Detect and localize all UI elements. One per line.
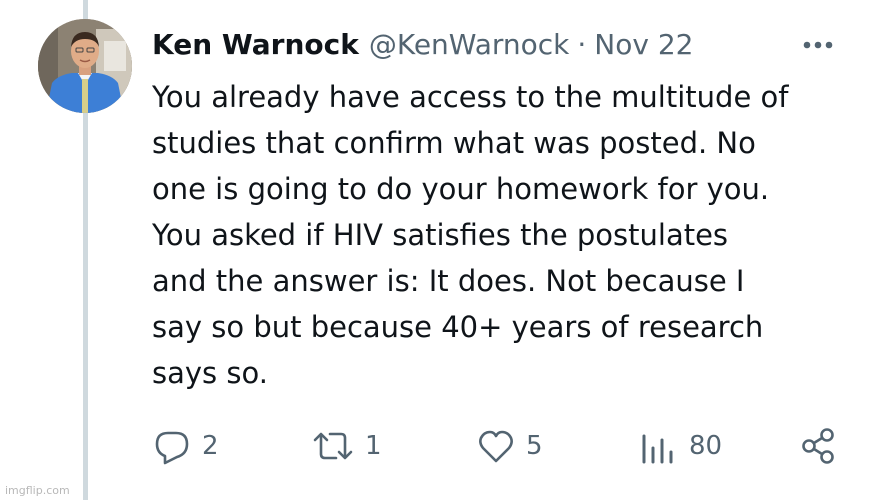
share-icon — [802, 428, 834, 464]
reply-button[interactable]: 2 — [152, 424, 219, 468]
action-bar: 2 1 5 80 — [0, 424, 879, 468]
tweet-header: Ken Warnock @KenWarnock · Nov 22 — [152, 24, 693, 64]
author-name[interactable]: Ken Warnock — [152, 28, 359, 61]
like-count: 5 — [526, 431, 543, 461]
avatar-photo — [38, 19, 132, 113]
heart-icon — [479, 430, 513, 463]
tweet-text: You already have access to the multitude… — [152, 74, 852, 396]
share-button[interactable] — [800, 424, 838, 468]
reply-icon — [155, 431, 189, 465]
tweet-text-line: say so but because 40+ years of research — [152, 310, 764, 344]
tweet-text-line: one is going to do your homework for you… — [152, 172, 770, 206]
reply-count: 2 — [202, 431, 219, 461]
header-separator: · — [577, 27, 587, 61]
views-button[interactable]: 80 — [639, 424, 722, 468]
avatar[interactable] — [38, 19, 132, 113]
watermark: imgflip.com — [5, 484, 70, 497]
tweet-text-line: You already have access to the multitude… — [152, 80, 789, 114]
retweet-button[interactable]: 1 — [311, 424, 382, 468]
retweet-icon — [313, 432, 353, 460]
tweet-text-line: studies that confirm what was posted. No — [152, 126, 756, 160]
author-handle[interactable]: @KenWarnock — [369, 28, 570, 61]
like-button[interactable]: 5 — [476, 424, 543, 468]
tweet-date[interactable]: Nov 22 — [594, 28, 693, 61]
views-count: 80 — [689, 431, 723, 461]
more-horizontal-icon — [803, 41, 833, 49]
tweet-text-line: says so. — [152, 356, 268, 390]
tweet-text-line: You asked if HIV satisfies the postulate… — [152, 218, 729, 252]
retweet-count: 1 — [365, 431, 382, 461]
views-icon — [642, 434, 673, 464]
tweet-text-line: and the answer is: It does. Not because … — [152, 264, 745, 298]
more-options-button[interactable] — [798, 30, 838, 60]
